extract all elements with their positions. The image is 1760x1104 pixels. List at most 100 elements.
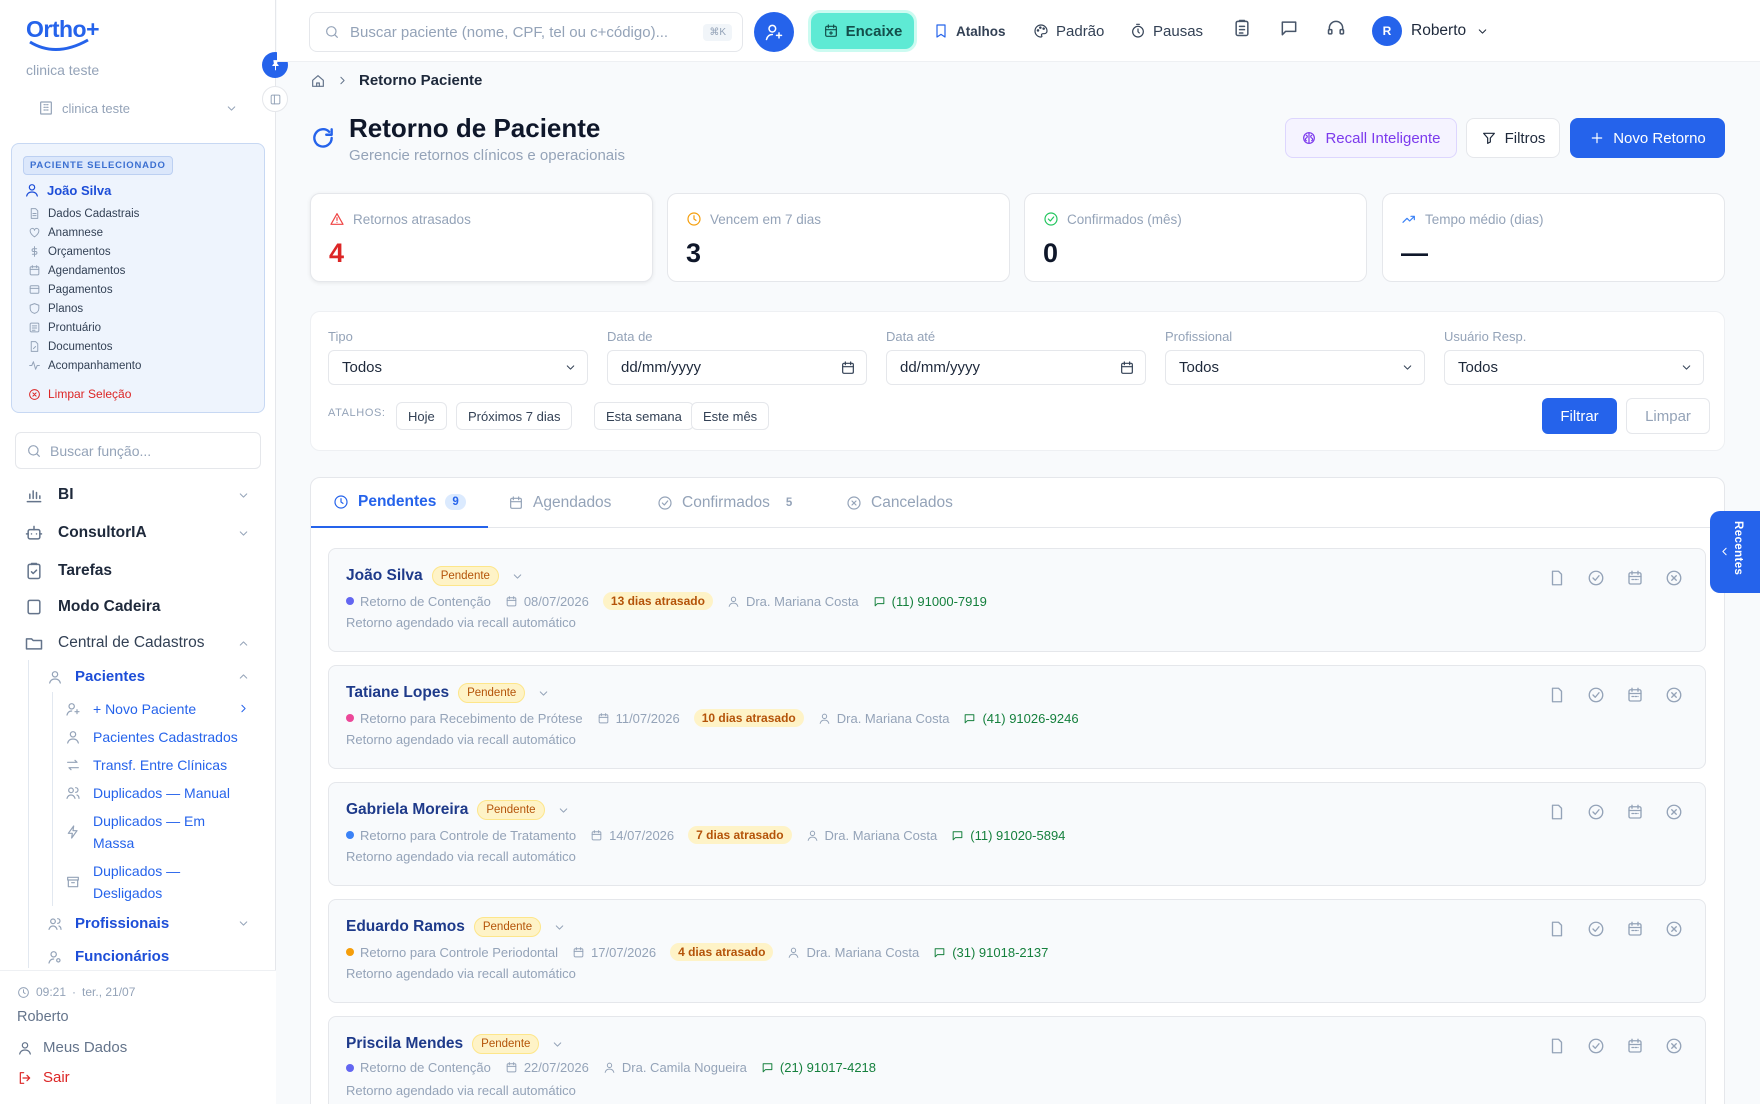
document-icon[interactable] xyxy=(1548,803,1566,821)
return-phone[interactable]: (31) 91018-2137 xyxy=(933,945,1048,960)
nav-item-central-cadastros[interactable]: Central de Cadastros xyxy=(24,633,250,653)
clear-filter-button[interactable]: Limpar xyxy=(1626,398,1710,434)
nav-item-consultoria[interactable]: ConsultorIA xyxy=(24,523,250,543)
document-icon[interactable] xyxy=(1548,920,1566,938)
padrao-button[interactable]: Padrão xyxy=(1033,16,1104,46)
clear-selection-button[interactable]: Limpar Seleção xyxy=(28,387,131,401)
patient-menu-item[interactable]: Dados Cadastrais xyxy=(28,204,141,223)
nav-item-duplicados-desligados[interactable]: Duplicados — Desligados xyxy=(65,860,250,904)
calendar-icon[interactable] xyxy=(1626,803,1644,821)
return-phone[interactable]: (11) 91020-5894 xyxy=(951,828,1065,843)
selected-patient-name[interactable]: João Silva xyxy=(24,182,111,198)
calendar-icon[interactable] xyxy=(840,360,856,376)
collapse-sidebar-button[interactable] xyxy=(262,86,288,112)
tab-agendados[interactable]: Agendados xyxy=(508,478,611,528)
shortcut-proximos-7-dias[interactable]: Próximos 7 dias xyxy=(456,402,573,430)
nav-item-transf-clinicas[interactable]: Transf. Entre Clínicas xyxy=(65,754,250,776)
return-card[interactable]: Gabriela Moreira Pendente Retorno para C… xyxy=(328,782,1706,886)
patient-name[interactable]: Eduardo Ramos xyxy=(346,918,465,936)
calendar-icon[interactable] xyxy=(1119,360,1135,376)
patient-name[interactable]: Priscila Mendes xyxy=(346,1035,463,1053)
patient-menu-item[interactable]: Pagamentos xyxy=(28,280,141,299)
return-phone[interactable]: (21) 91017-4218 xyxy=(761,1060,876,1075)
function-search-input[interactable]: Buscar função... xyxy=(15,432,261,469)
calendar-icon[interactable] xyxy=(1626,686,1644,704)
headset-icon[interactable] xyxy=(1326,18,1346,38)
tab-pendentes[interactable]: Pendentes 9 xyxy=(311,478,488,528)
x-circle-icon[interactable] xyxy=(1665,803,1683,821)
chevron-down-icon[interactable] xyxy=(537,687,550,700)
nav-item-pacientes-cadastrados[interactable]: Pacientes Cadastrados xyxy=(65,726,250,748)
x-circle-icon[interactable] xyxy=(1665,920,1683,938)
tab-confirmados[interactable]: Confirmados 5 xyxy=(657,478,799,528)
chat-icon[interactable] xyxy=(1279,18,1299,38)
data-ate-input[interactable]: dd/mm/yyyy xyxy=(886,350,1146,385)
return-card[interactable]: Tatiane Lopes Pendente Retorno para Rece… xyxy=(328,665,1706,769)
patient-name[interactable]: Tatiane Lopes xyxy=(346,684,449,702)
patient-menu-item[interactable]: Orçamentos xyxy=(28,242,141,261)
return-card[interactable]: Eduardo Ramos Pendente Retorno para Cont… xyxy=(328,899,1706,1003)
patient-name[interactable]: Gabriela Moreira xyxy=(346,801,468,819)
my-data-link[interactable]: Meus Dados xyxy=(17,1039,127,1056)
nav-item-funcionarios[interactable]: Funcionários xyxy=(47,948,250,965)
nav-item-duplicados-massa[interactable]: Duplicados — Em Massa xyxy=(65,810,250,854)
tipo-select[interactable]: Todos xyxy=(328,350,588,385)
pausas-button[interactable]: Pausas xyxy=(1130,16,1203,46)
filters-button[interactable]: Filtros xyxy=(1466,118,1560,158)
apply-filter-button[interactable]: Filtrar xyxy=(1542,398,1617,434)
avatar[interactable]: R xyxy=(1372,16,1402,46)
check-circle-icon[interactable] xyxy=(1587,569,1605,587)
x-circle-icon[interactable] xyxy=(1665,1037,1683,1055)
user-menu-button[interactable]: Roberto xyxy=(1411,16,1489,46)
nav-item-duplicados-manual[interactable]: Duplicados — Manual xyxy=(65,782,250,804)
return-phone[interactable]: (41) 91026-9246 xyxy=(963,711,1079,726)
atalhos-button[interactable]: Atalhos xyxy=(933,16,1006,46)
usuario-select[interactable]: Todos xyxy=(1444,350,1704,385)
patient-menu-item[interactable]: Prontuário xyxy=(28,318,141,337)
recentes-drawer-tab[interactable]: Recentes xyxy=(1710,511,1760,593)
calendar-icon[interactable] xyxy=(1626,920,1644,938)
calendar-icon[interactable] xyxy=(1626,569,1644,587)
profissional-select[interactable]: Todos xyxy=(1165,350,1425,385)
shortcut-este-mes[interactable]: Este mês xyxy=(691,402,770,430)
clipboard-list-icon[interactable] xyxy=(1232,18,1252,38)
patient-menu-item[interactable]: Acompanhamento xyxy=(28,356,141,375)
return-card[interactable]: Priscila Mendes Pendente Retorno de Cont… xyxy=(328,1016,1706,1104)
nav-item-tarefas[interactable]: Tarefas xyxy=(24,561,250,581)
check-circle-icon[interactable] xyxy=(1587,920,1605,938)
x-circle-icon[interactable] xyxy=(1665,569,1683,587)
patient-menu-item[interactable]: Anamnese xyxy=(28,223,141,242)
patient-menu-item[interactable]: Documentos xyxy=(28,337,141,356)
nav-item-novo-paciente[interactable]: + Novo Paciente xyxy=(65,698,250,720)
home-icon[interactable] xyxy=(310,73,326,89)
calendar-icon[interactable] xyxy=(1626,1037,1644,1055)
check-circle-icon[interactable] xyxy=(1587,686,1605,704)
nav-item-bi[interactable]: BI xyxy=(24,485,250,505)
clinic-select[interactable]: clinica teste xyxy=(38,96,238,120)
patient-name[interactable]: João Silva xyxy=(346,567,423,585)
document-icon[interactable] xyxy=(1548,569,1566,587)
document-icon[interactable] xyxy=(1548,686,1566,704)
tab-cancelados[interactable]: Cancelados xyxy=(846,478,953,528)
document-icon[interactable] xyxy=(1548,1037,1566,1055)
encaixe-button[interactable]: Encaixe xyxy=(811,13,914,49)
x-circle-icon[interactable] xyxy=(1665,686,1683,704)
chevron-down-icon[interactable] xyxy=(557,804,570,817)
chevron-down-icon[interactable] xyxy=(553,921,566,934)
patient-menu-item[interactable]: Planos xyxy=(28,299,141,318)
new-return-button[interactable]: Novo Retorno xyxy=(1570,118,1725,158)
return-phone[interactable]: (11) 91000-7919 xyxy=(873,594,987,609)
chevron-down-icon[interactable] xyxy=(511,570,524,583)
logout-link[interactable]: Sair xyxy=(17,1069,70,1086)
return-card[interactable]: João Silva Pendente Retorno de Contenção… xyxy=(328,548,1706,652)
nav-item-profissionais[interactable]: Profissionais xyxy=(47,915,250,932)
check-circle-icon[interactable] xyxy=(1587,1037,1605,1055)
patient-menu-item[interactable]: Agendamentos xyxy=(28,261,141,280)
chevron-down-icon[interactable] xyxy=(551,1038,564,1051)
add-patient-button[interactable] xyxy=(754,12,794,52)
patient-search-input[interactable]: Buscar paciente (nome, CPF, tel ou c+cód… xyxy=(309,12,743,52)
data-de-input[interactable]: dd/mm/yyyy xyxy=(607,350,867,385)
nav-item-modo-cadeira[interactable]: Modo Cadeira xyxy=(24,597,250,617)
recall-inteligente-button[interactable]: Recall Inteligente xyxy=(1285,118,1457,158)
check-circle-icon[interactable] xyxy=(1587,803,1605,821)
